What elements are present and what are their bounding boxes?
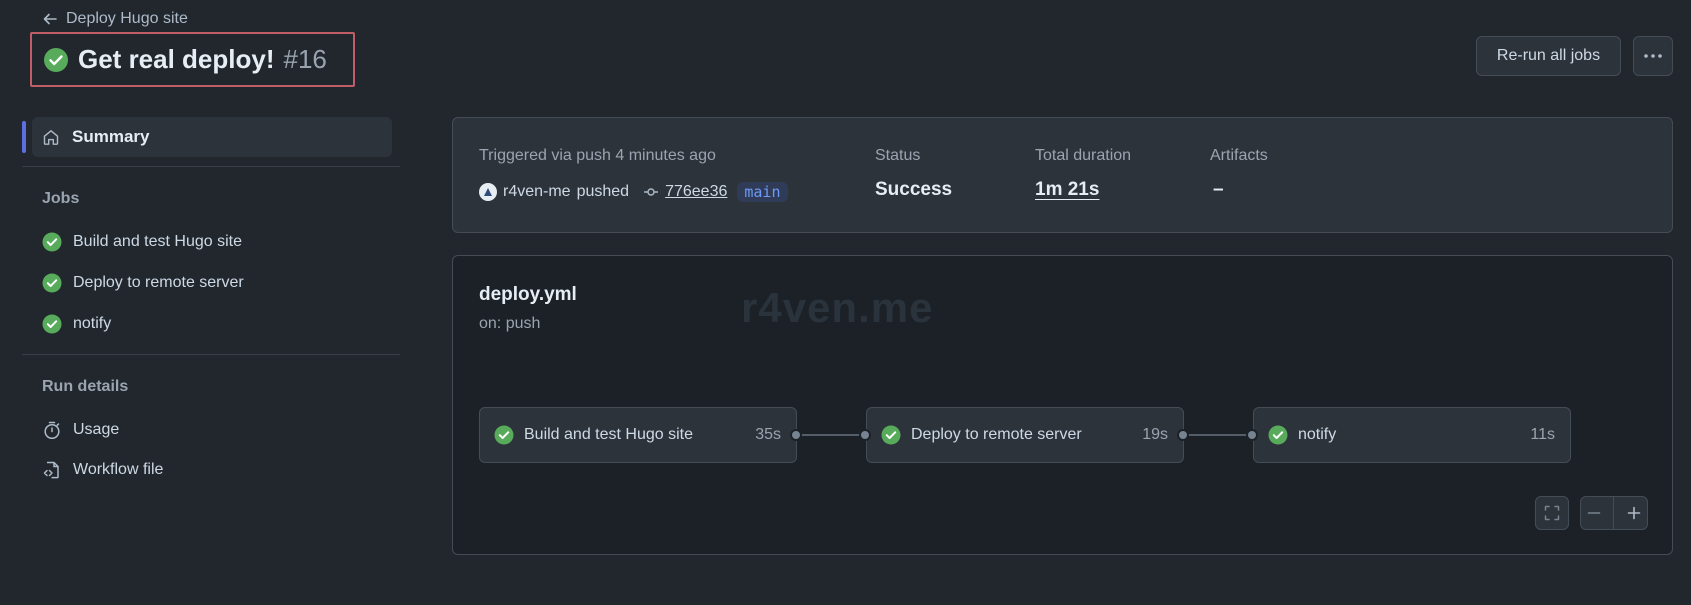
graph-node-dot xyxy=(790,429,802,441)
sidebar-divider xyxy=(22,354,400,355)
rerun-all-jobs-button[interactable]: Re-run all jobs xyxy=(1476,36,1621,76)
sidebar-item-workflow-file[interactable]: Workflow file xyxy=(42,458,163,482)
zoom-controls xyxy=(1580,496,1648,530)
graph-job-name: Build and test Hugo site xyxy=(524,426,693,443)
zoom-divider xyxy=(1613,497,1615,529)
file-code-icon xyxy=(42,460,62,480)
sidebar-item-label: Usage xyxy=(73,421,120,438)
graph-job-build[interactable]: Build and test Hugo site 35s xyxy=(479,407,797,463)
check-circle-icon xyxy=(494,425,514,445)
run-title: Get real deploy! #16 xyxy=(30,32,355,87)
sidebar-item-usage[interactable]: Usage xyxy=(42,418,119,442)
workflow-file-name: deploy.yml xyxy=(479,284,577,305)
workflow-graph-card: deploy.yml on: push r4ven.me Build and t… xyxy=(452,255,1673,555)
watermark-text: r4ven.me xyxy=(741,284,934,331)
rerun-button-label: Re-run all jobs xyxy=(1496,47,1601,64)
check-circle-icon xyxy=(1268,425,1288,445)
sidebar-job-label: Build and test Hugo site xyxy=(73,233,242,250)
graph-node-dot xyxy=(1246,429,1258,441)
artifacts-label: Artifacts xyxy=(1210,147,1268,164)
triggered-text: Triggered via push 4 minutes ago xyxy=(479,147,716,164)
branch-label[interactable]: main xyxy=(737,182,788,202)
back-link[interactable]: Deploy Hugo site xyxy=(42,8,188,30)
zoom-out-icon[interactable] xyxy=(1587,506,1601,520)
sidebar-divider xyxy=(22,166,400,167)
sidebar-job-build[interactable]: Build and test Hugo site xyxy=(42,230,242,254)
graph-job-time: 11s xyxy=(1530,426,1555,443)
graph-node-dot xyxy=(1177,429,1189,441)
stopwatch-icon xyxy=(42,420,62,440)
push-info: r4ven-me pushed 776ee36 main xyxy=(479,182,788,202)
zoom-in-icon[interactable] xyxy=(1627,506,1641,520)
graph-job-time: 19s xyxy=(1142,426,1168,443)
graph-job-name: notify xyxy=(1298,426,1337,443)
graph-node-dot xyxy=(859,429,871,441)
sidebar-item-summary[interactable]: Summary xyxy=(32,117,392,157)
commit-link[interactable]: 776ee36 xyxy=(665,183,727,201)
git-commit-icon xyxy=(643,187,659,197)
sidebar-item-summary-label: Summary xyxy=(72,127,150,146)
more-options-button[interactable] xyxy=(1633,36,1673,76)
actor-link[interactable]: r4ven-me xyxy=(503,183,571,201)
arrow-left-icon xyxy=(42,11,58,27)
check-circle-icon xyxy=(42,232,62,252)
run-number: #16 xyxy=(283,44,327,74)
graph-connector xyxy=(1184,434,1253,436)
check-circle-icon xyxy=(42,314,62,334)
duration-label: Total duration xyxy=(1035,147,1132,164)
pushed-word: pushed xyxy=(576,183,630,200)
avatar[interactable] xyxy=(479,183,497,201)
workflow-trigger: on: push xyxy=(479,315,541,332)
run-summary-card: Triggered via push 4 minutes ago r4ven-m… xyxy=(452,117,1673,233)
artifacts-value: – xyxy=(1213,179,1224,200)
check-circle-icon xyxy=(42,273,62,293)
sidebar-job-deploy[interactable]: Deploy to remote server xyxy=(42,271,244,295)
run-title-text: Get real deploy! xyxy=(78,44,275,74)
graph-job-name: Deploy to remote server xyxy=(911,426,1082,443)
graph-job-notify[interactable]: notify 11s xyxy=(1253,407,1571,463)
fullscreen-button[interactable] xyxy=(1535,496,1569,530)
jobs-heading: Jobs xyxy=(42,190,80,207)
status-label: Status xyxy=(875,147,921,164)
status-value: Success xyxy=(875,179,953,200)
graph-connector xyxy=(797,434,866,436)
back-link-label: Deploy Hugo site xyxy=(66,10,188,27)
sidebar-job-label: notify xyxy=(73,315,112,332)
screen-full-icon xyxy=(1544,505,1560,521)
run-details-heading: Run details xyxy=(42,378,129,395)
sidebar-job-label: Deploy to remote server xyxy=(73,274,244,291)
kebab-horizontal-icon xyxy=(1643,53,1663,59)
sidebar-item-label: Workflow file xyxy=(73,461,164,478)
duration-link[interactable]: 1m 21s xyxy=(1035,179,1099,201)
check-circle-icon xyxy=(881,425,901,445)
home-icon xyxy=(42,128,60,146)
graph-job-time: 35s xyxy=(755,426,781,443)
graph-job-deploy[interactable]: Deploy to remote server 19s xyxy=(866,407,1184,463)
check-circle-icon xyxy=(43,47,69,73)
active-nav-marker xyxy=(22,121,26,153)
sidebar-job-notify[interactable]: notify xyxy=(42,312,111,336)
